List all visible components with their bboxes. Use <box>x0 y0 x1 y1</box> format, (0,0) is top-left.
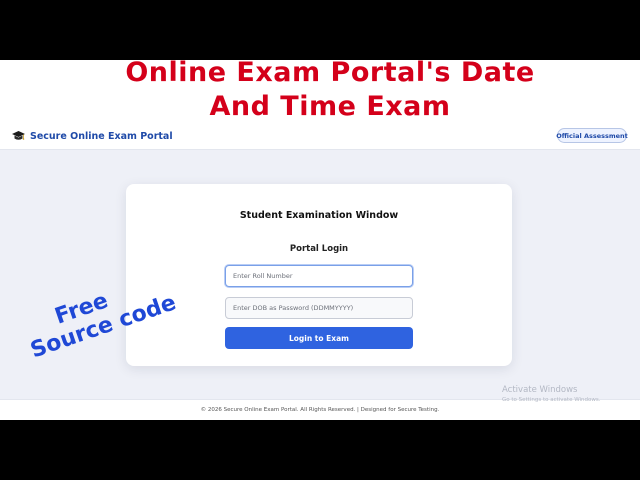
login-card: Student Examination Window Portal Login … <box>126 184 512 366</box>
watermark-line-2: Go to Settings to activate Windows. <box>502 397 601 403</box>
login-to-exam-button[interactable]: Login to Exam <box>225 327 413 349</box>
dob-password-input[interactable] <box>225 297 413 319</box>
portal-login-heading: Portal Login <box>289 244 349 254</box>
roll-number-input[interactable] <box>225 265 413 287</box>
official-assessment-badge: Official Assessment <box>556 128 628 143</box>
activate-windows-watermark: Activate Windows Go to Settings to activ… <box>502 385 632 404</box>
overlay-title-line-2: And Time Exam <box>209 91 451 122</box>
site-brand[interactable]: Secure Online Exam Portal <box>12 129 173 143</box>
overlay-title-line-1: Online Exam Portal's Date <box>125 57 535 88</box>
graduation-cap-icon <box>12 131 25 140</box>
card-title: Student Examination Window <box>239 210 399 221</box>
brand-title: Secure Online Exam Portal <box>30 130 173 142</box>
watermark-line-1: Activate Windows <box>502 385 578 395</box>
screenshot-stage: Secure Online Exam Portal Official Asses… <box>0 0 640 480</box>
video-title-overlay: Online Exam Portal's Date And Time Exam <box>0 56 640 124</box>
